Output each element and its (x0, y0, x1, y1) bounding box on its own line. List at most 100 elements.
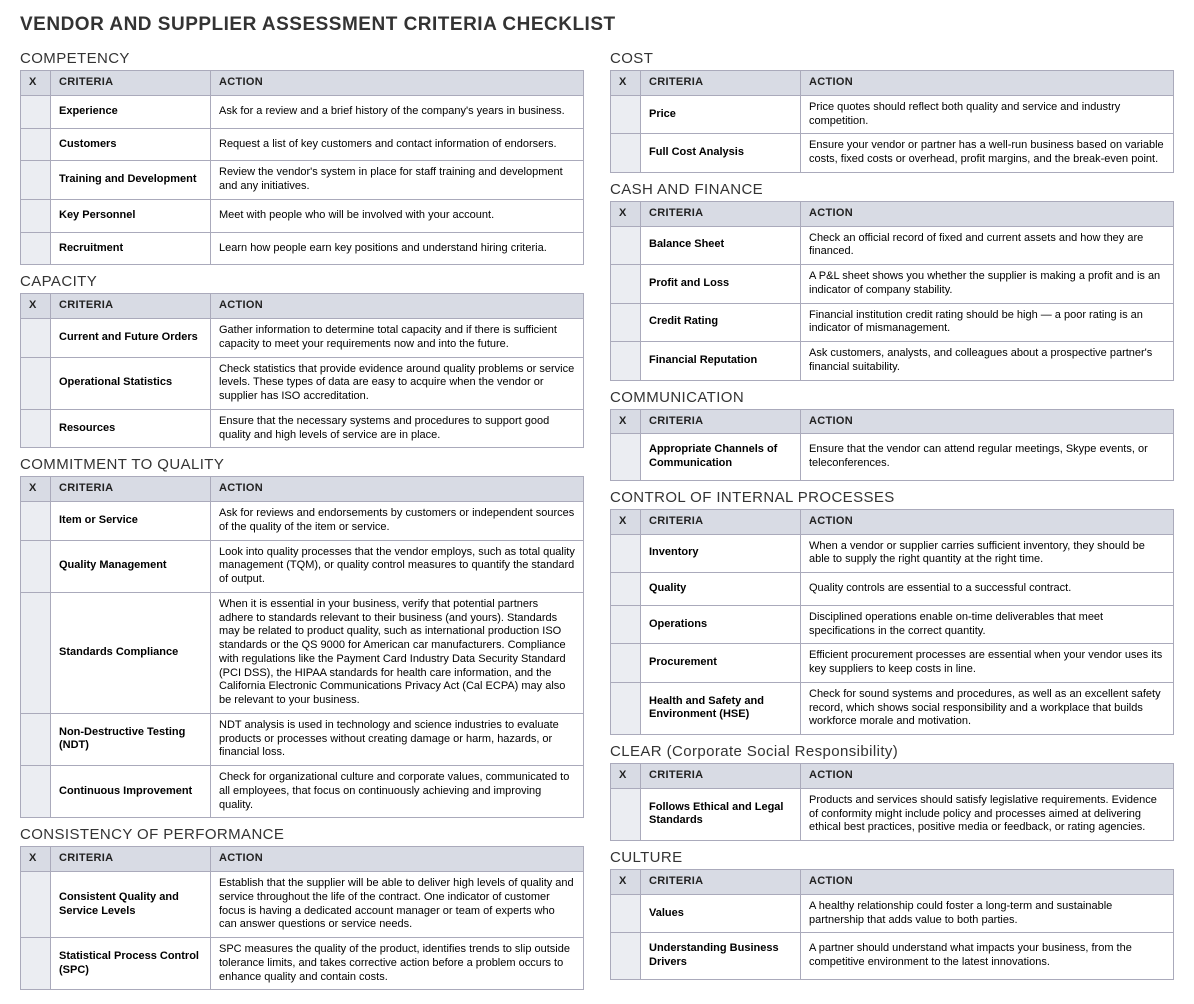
col-header-x: X (611, 201, 641, 226)
table-row: Balance SheetCheck an official record of… (611, 226, 1174, 265)
check-cell[interactable] (611, 894, 641, 933)
action-cell: Products and services should satisfy leg… (801, 788, 1174, 840)
action-cell: Ask for a review and a brief history of … (211, 95, 584, 128)
col-header-action: ACTION (801, 201, 1174, 226)
check-cell[interactable] (21, 357, 51, 409)
col-header-x: X (21, 294, 51, 319)
table-row: Appropriate Channels of CommunicationEns… (611, 434, 1174, 481)
check-cell[interactable] (611, 933, 641, 980)
check-cell[interactable] (21, 713, 51, 765)
table-row: ResourcesEnsure that the necessary syste… (21, 409, 584, 448)
check-cell[interactable] (611, 226, 641, 265)
check-cell[interactable] (611, 682, 641, 734)
criteria-cell: Training and Development (51, 161, 211, 200)
criteria-table: XCRITERIAACTIONFollows Ethical and Legal… (610, 763, 1174, 841)
check-cell[interactable] (21, 766, 51, 818)
criteria-cell: Understanding Business Drivers (641, 933, 801, 980)
action-cell: SPC measures the quality of the product,… (211, 938, 584, 990)
check-cell[interactable] (611, 134, 641, 173)
check-cell[interactable] (611, 265, 641, 304)
check-cell[interactable] (611, 534, 641, 573)
col-header-criteria: CRITERIA (641, 71, 801, 96)
check-cell[interactable] (21, 502, 51, 541)
action-cell: Check for sound systems and procedures, … (801, 682, 1174, 734)
action-cell: Review the vendor's system in place for … (211, 161, 584, 200)
action-cell: A P&L sheet shows you whether the suppli… (801, 265, 1174, 304)
check-cell[interactable] (611, 434, 641, 481)
table-row: ValuesA healthy relationship could foste… (611, 894, 1174, 933)
col-header-x: X (611, 409, 641, 434)
check-cell[interactable] (21, 161, 51, 200)
section-heading: CONSISTENCY OF PERFORMANCE (20, 826, 584, 843)
criteria-table: XCRITERIAACTIONInventoryWhen a vendor or… (610, 509, 1174, 735)
criteria-cell: Financial Reputation (641, 342, 801, 381)
col-header-criteria: CRITERIA (641, 764, 801, 789)
table-row: Key PersonnelMeet with people who will b… (21, 199, 584, 232)
col-header-action: ACTION (801, 764, 1174, 789)
table-row: OperationsDisciplined operations enable … (611, 605, 1174, 644)
section-heading: CONTROL OF INTERNAL PROCESSES (610, 489, 1174, 506)
col-header-action: ACTION (211, 477, 584, 502)
check-cell[interactable] (21, 232, 51, 265)
section-heading: CLEAR (Corporate Social Responsibility) (610, 743, 1174, 760)
criteria-cell: Current and Future Orders (51, 319, 211, 358)
col-header-criteria: CRITERIA (641, 409, 801, 434)
action-cell: A healthy relationship could foster a lo… (801, 894, 1174, 933)
check-cell[interactable] (21, 872, 51, 938)
check-cell[interactable] (21, 199, 51, 232)
page-title: VENDOR AND SUPPLIER ASSESSMENT CRITERIA … (20, 14, 1174, 36)
action-cell: Price quotes should reflect both quality… (801, 95, 1174, 134)
col-header-action: ACTION (211, 847, 584, 872)
criteria-cell: Resources (51, 409, 211, 448)
action-cell: Learn how people earn key positions and … (211, 232, 584, 265)
action-cell: Ensure your vendor or partner has a well… (801, 134, 1174, 173)
table-row: Item or ServiceAsk for reviews and endor… (21, 502, 584, 541)
table-row: Full Cost AnalysisEnsure your vendor or … (611, 134, 1174, 173)
check-cell[interactable] (611, 342, 641, 381)
action-cell: Request a list of key customers and cont… (211, 128, 584, 161)
check-cell[interactable] (21, 540, 51, 592)
check-cell[interactable] (611, 303, 641, 342)
action-cell: When it is essential in your business, v… (211, 592, 584, 713)
check-cell[interactable] (611, 788, 641, 840)
col-header-criteria: CRITERIA (641, 870, 801, 895)
criteria-table: XCRITERIAACTIONPricePrice quotes should … (610, 70, 1174, 173)
section-heading: CULTURE (610, 849, 1174, 866)
check-cell[interactable] (611, 573, 641, 606)
col-header-criteria: CRITERIA (641, 509, 801, 534)
action-cell: Check an official record of fixed and cu… (801, 226, 1174, 265)
col-header-x: X (21, 847, 51, 872)
criteria-cell: Operational Statistics (51, 357, 211, 409)
table-row: Credit RatingFinancial institution credi… (611, 303, 1174, 342)
check-cell[interactable] (21, 128, 51, 161)
table-row: Current and Future OrdersGather informat… (21, 319, 584, 358)
action-cell: Check statistics that provide evidence a… (211, 357, 584, 409)
col-header-criteria: CRITERIA (51, 71, 211, 96)
col-header-x: X (21, 71, 51, 96)
check-cell[interactable] (21, 409, 51, 448)
criteria-cell: Experience (51, 95, 211, 128)
criteria-cell: Quality (641, 573, 801, 606)
section-heading: CASH AND FINANCE (610, 181, 1174, 198)
check-cell[interactable] (611, 644, 641, 683)
action-cell: Ensure that the vendor can attend regula… (801, 434, 1174, 481)
criteria-table: XCRITERIAACTIONBalance SheetCheck an off… (610, 201, 1174, 381)
section-heading: COMMITMENT TO QUALITY (20, 456, 584, 473)
check-cell[interactable] (21, 938, 51, 990)
col-header-action: ACTION (801, 71, 1174, 96)
criteria-cell: Profit and Loss (641, 265, 801, 304)
check-cell[interactable] (611, 605, 641, 644)
criteria-table: XCRITERIAACTIONConsistent Quality and Se… (20, 846, 584, 990)
col-header-action: ACTION (211, 71, 584, 96)
check-cell[interactable] (21, 95, 51, 128)
table-row: Profit and LossA P&L sheet shows you whe… (611, 265, 1174, 304)
table-row: InventoryWhen a vendor or supplier carri… (611, 534, 1174, 573)
col-header-action: ACTION (801, 870, 1174, 895)
check-cell[interactable] (21, 592, 51, 713)
check-cell[interactable] (21, 319, 51, 358)
col-header-x: X (611, 509, 641, 534)
col-header-action: ACTION (801, 409, 1174, 434)
table-row: Follows Ethical and Legal StandardsProdu… (611, 788, 1174, 840)
check-cell[interactable] (611, 95, 641, 134)
table-row: Continuous ImprovementCheck for organiza… (21, 766, 584, 818)
